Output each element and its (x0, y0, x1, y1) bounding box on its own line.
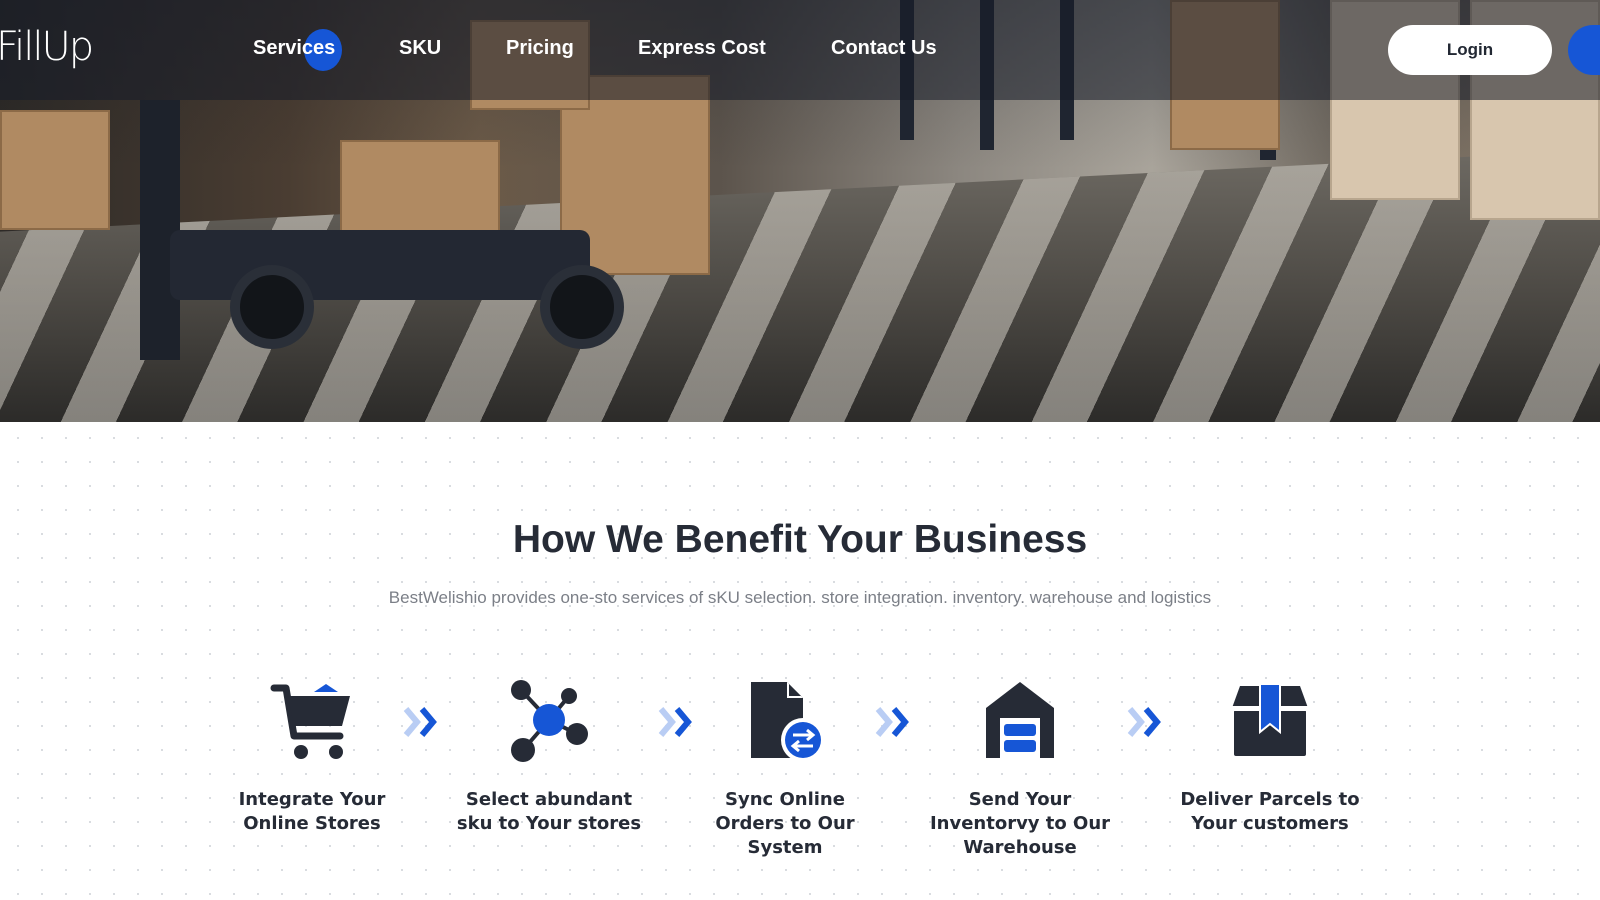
parcel-box-icon (1225, 680, 1315, 764)
step-sync-orders: Sync Online Orders to Our System (685, 680, 885, 860)
hero-box (0, 110, 110, 230)
hero-forklift (110, 100, 630, 360)
network-nodes-icon (504, 680, 594, 764)
step-label: Sync Online Orders to Our System (715, 789, 855, 858)
nav-item-services[interactable]: Services (253, 37, 335, 60)
signup-button[interactable] (1568, 25, 1600, 75)
nav-item-sku[interactable]: SKU (399, 37, 441, 60)
step-deliver-parcels: Deliver Parcels to Your customers (1170, 680, 1370, 836)
section-title: How We Benefit Your Business (512, 518, 1088, 561)
step-send-inventory: Send Your Inventorvy to Our Warehouse (920, 680, 1120, 860)
chevron-double-right-icon (1126, 706, 1166, 738)
chevron-double-right-icon (874, 706, 914, 738)
step-label: Send Your Inventorvy to Our Warehouse (929, 789, 1111, 858)
step-label: Integrate Your Online Stores (238, 789, 386, 834)
login-button[interactable]: Login (1388, 25, 1552, 75)
top-navbar: FillUp Services SKU Pricing Express Cost… (0, 0, 1600, 100)
nav-item-contact-us[interactable]: Contact Us (831, 37, 937, 60)
benefits-section: How We Benefit Your Business BestWelishi… (0, 422, 1600, 900)
nav-item-pricing[interactable]: Pricing (506, 37, 574, 60)
nav-item-express-cost[interactable]: Express Cost (638, 37, 766, 60)
brand-logo[interactable]: FillUp (0, 24, 94, 70)
step-select-sku: Select abundant sku to Your stores (449, 680, 649, 836)
section-subtitle: BestWelishio provides one-sto services o… (388, 588, 1212, 607)
step-label: Deliver Parcels to Your customers (1180, 789, 1360, 834)
chevron-double-right-icon (402, 706, 442, 738)
warehouse-icon (975, 680, 1065, 764)
benefit-steps: Integrate Your Online Stores Select abun… (0, 680, 1600, 900)
document-sync-icon (740, 680, 830, 764)
shopping-cart-icon (267, 680, 357, 764)
step-label: Select abundant sku to Your stores (456, 789, 642, 834)
step-integrate-stores: Integrate Your Online Stores (212, 680, 412, 836)
